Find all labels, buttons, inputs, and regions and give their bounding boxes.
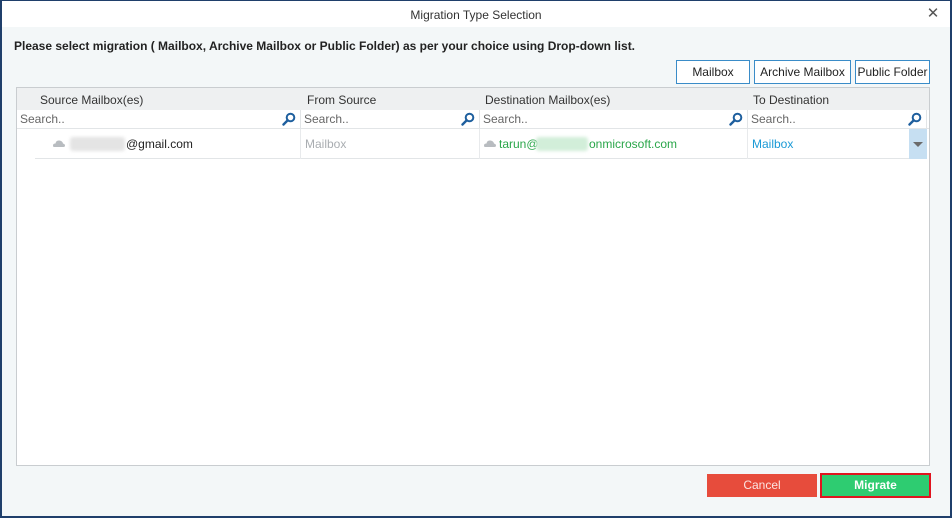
source-mailbox-address: @gmail.com xyxy=(126,137,193,151)
destination-mailbox-cell: tarun@ onmicrosoft.com xyxy=(480,129,748,159)
from-source-cell: Mailbox xyxy=(301,129,480,159)
search-row xyxy=(17,110,929,129)
migration-dialog: Migration Type Selection ✕ Please select… xyxy=(0,0,952,518)
redacted-domain xyxy=(536,137,588,151)
migrate-button[interactable]: Migrate xyxy=(820,473,931,498)
from-source-search-input[interactable] xyxy=(304,111,459,127)
cancel-button[interactable]: Cancel xyxy=(707,474,817,497)
to-destination-search-input[interactable] xyxy=(751,111,906,127)
close-icon[interactable]: ✕ xyxy=(924,5,942,23)
column-header-source-mailbox[interactable]: Source Mailbox(es) xyxy=(40,93,143,107)
destination-mailbox-prefix: tarun@ xyxy=(499,137,539,151)
redacted-username xyxy=(70,137,125,151)
search-icon[interactable] xyxy=(908,112,922,126)
destination-mailbox-suffix: onmicrosoft.com xyxy=(589,137,678,151)
public-folder-type-button[interactable]: Public Folder xyxy=(855,60,930,84)
title-bar: Migration Type Selection ✕ xyxy=(2,1,950,27)
column-header-to-destination[interactable]: To Destination xyxy=(753,93,829,107)
instruction-text: Please select migration ( Mailbox, Archi… xyxy=(14,39,636,53)
search-cell-destination xyxy=(480,110,748,129)
from-source-value: Mailbox xyxy=(305,137,347,151)
to-destination-dropdown[interactable] xyxy=(909,129,927,159)
chevron-down-icon xyxy=(913,142,923,147)
search-cell-from-source xyxy=(301,110,480,129)
source-mailbox-cell: @gmail.com xyxy=(35,129,301,159)
cloud-icon xyxy=(53,140,65,147)
mailbox-type-button[interactable]: Mailbox xyxy=(676,60,750,84)
destination-search-input[interactable] xyxy=(483,111,727,127)
search-cell-source xyxy=(17,110,301,129)
column-header-from-source[interactable]: From Source xyxy=(307,93,376,107)
cloud-icon xyxy=(484,140,496,147)
table-row[interactable]: @gmail.com Mailbox tarun@ onmicrosoft.co… xyxy=(35,129,927,159)
search-icon[interactable] xyxy=(282,112,296,126)
dialog-title: Migration Type Selection xyxy=(410,8,542,22)
to-destination-cell[interactable]: Mailbox xyxy=(748,129,927,159)
search-icon[interactable] xyxy=(461,112,475,126)
source-search-input[interactable] xyxy=(20,111,280,127)
search-cell-to-destination xyxy=(748,110,927,129)
search-icon[interactable] xyxy=(729,112,743,126)
mailbox-grid: Source Mailbox(es) From Source Destinati… xyxy=(16,87,930,466)
column-header-destination-mailbox[interactable]: Destination Mailbox(es) xyxy=(485,93,610,107)
grid-header: Source Mailbox(es) From Source Destinati… xyxy=(17,88,929,110)
to-destination-value[interactable]: Mailbox xyxy=(752,137,793,151)
archive-mailbox-type-button[interactable]: Archive Mailbox xyxy=(754,60,851,84)
